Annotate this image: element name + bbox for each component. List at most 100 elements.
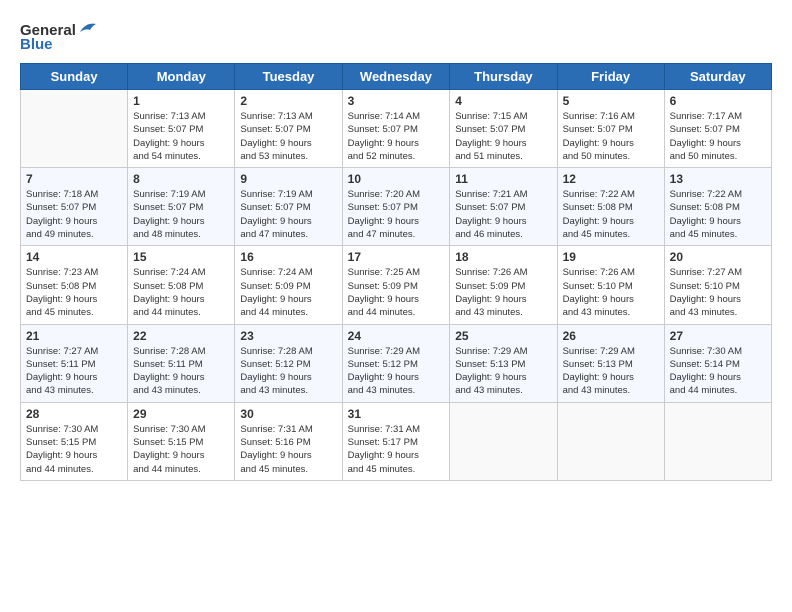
day-info: Sunrise: 7:28 AMSunset: 5:12 PMDaylight:… <box>240 345 336 398</box>
day-number: 6 <box>670 94 766 108</box>
calendar-header-wednesday: Wednesday <box>342 64 450 90</box>
calendar-cell: 24 Sunrise: 7:29 AMSunset: 5:12 PMDayligh… <box>342 324 450 402</box>
calendar-cell: 7 Sunrise: 7:18 AMSunset: 5:07 PMDaylight… <box>21 168 128 246</box>
day-number: 24 <box>348 329 445 343</box>
logo-blue: Blue <box>20 36 53 53</box>
day-number: 1 <box>133 94 229 108</box>
day-info: Sunrise: 7:17 AMSunset: 5:07 PMDaylight:… <box>670 110 766 163</box>
calendar-cell: 5 Sunrise: 7:16 AMSunset: 5:07 PMDaylight… <box>557 90 664 168</box>
calendar-cell <box>664 402 771 480</box>
calendar-cell <box>557 402 664 480</box>
logo-bird-icon <box>78 20 100 36</box>
calendar-cell: 30 Sunrise: 7:31 AMSunset: 5:16 PMDayligh… <box>235 402 342 480</box>
calendar-header-sunday: Sunday <box>21 64 128 90</box>
day-info: Sunrise: 7:13 AMSunset: 5:07 PMDaylight:… <box>240 110 336 163</box>
day-number: 26 <box>563 329 659 343</box>
page: General Blue SundayMondayTuesdayWednesda… <box>0 0 792 612</box>
day-number: 2 <box>240 94 336 108</box>
calendar-header-row: SundayMondayTuesdayWednesdayThursdayFrid… <box>21 64 772 90</box>
day-number: 30 <box>240 407 336 421</box>
calendar-header-monday: Monday <box>128 64 235 90</box>
calendar-cell: 26 Sunrise: 7:29 AMSunset: 5:13 PMDayligh… <box>557 324 664 402</box>
calendar-cell: 18 Sunrise: 7:26 AMSunset: 5:09 PMDayligh… <box>450 246 557 324</box>
calendar-cell: 28 Sunrise: 7:30 AMSunset: 5:15 PMDayligh… <box>21 402 128 480</box>
calendar-cell: 2 Sunrise: 7:13 AMSunset: 5:07 PMDaylight… <box>235 90 342 168</box>
day-info: Sunrise: 7:27 AMSunset: 5:10 PMDaylight:… <box>670 266 766 319</box>
calendar-cell: 20Sunrise: 7:27 AMSunset: 5:10 PMDayligh… <box>664 246 771 324</box>
calendar-header-tuesday: Tuesday <box>235 64 342 90</box>
day-number: 11 <box>455 172 551 186</box>
day-info: Sunrise: 7:18 AMSunset: 5:07 PMDaylight:… <box>26 188 122 241</box>
calendar-cell: 8 Sunrise: 7:19 AMSunset: 5:07 PMDaylight… <box>128 168 235 246</box>
day-number: 3 <box>348 94 445 108</box>
day-info: Sunrise: 7:15 AMSunset: 5:07 PMDaylight:… <box>455 110 551 163</box>
calendar-week-row: 1 Sunrise: 7:13 AMSunset: 5:07 PMDaylight… <box>21 90 772 168</box>
calendar-week-row: 7 Sunrise: 7:18 AMSunset: 5:07 PMDaylight… <box>21 168 772 246</box>
day-number: 5 <box>563 94 659 108</box>
calendar-cell: 4 Sunrise: 7:15 AMSunset: 5:07 PMDaylight… <box>450 90 557 168</box>
calendar-cell: 19 Sunrise: 7:26 AMSunset: 5:10 PMDayligh… <box>557 246 664 324</box>
calendar-cell: 23 Sunrise: 7:28 AMSunset: 5:12 PMDayligh… <box>235 324 342 402</box>
day-info: Sunrise: 7:31 AMSunset: 5:17 PMDaylight:… <box>348 423 445 476</box>
calendar-cell <box>450 402 557 480</box>
day-number: 18 <box>455 250 551 264</box>
day-number: 8 <box>133 172 229 186</box>
calendar-cell: 22Sunrise: 7:28 AMSunset: 5:11 PMDayligh… <box>128 324 235 402</box>
day-number: 31 <box>348 407 445 421</box>
day-info: Sunrise: 7:27 AMSunset: 5:11 PMDaylight:… <box>26 345 122 398</box>
day-number: 23 <box>240 329 336 343</box>
day-number: 27 <box>670 329 766 343</box>
calendar-cell: 12Sunrise: 7:22 AMSunset: 5:08 PMDayligh… <box>557 168 664 246</box>
day-info: Sunrise: 7:30 AMSunset: 5:14 PMDaylight:… <box>670 345 766 398</box>
day-number: 25 <box>455 329 551 343</box>
day-number: 22 <box>133 329 229 343</box>
day-number: 4 <box>455 94 551 108</box>
day-info: Sunrise: 7:19 AMSunset: 5:07 PMDaylight:… <box>240 188 336 241</box>
calendar-header-thursday: Thursday <box>450 64 557 90</box>
day-info: Sunrise: 7:26 AMSunset: 5:09 PMDaylight:… <box>455 266 551 319</box>
day-info: Sunrise: 7:29 AMSunset: 5:13 PMDaylight:… <box>455 345 551 398</box>
logo-container: General Blue <box>20 20 100 53</box>
calendar-week-row: 21 Sunrise: 7:27 AMSunset: 5:11 PMDayligh… <box>21 324 772 402</box>
day-info: Sunrise: 7:31 AMSunset: 5:16 PMDaylight:… <box>240 423 336 476</box>
day-number: 16 <box>240 250 336 264</box>
day-info: Sunrise: 7:19 AMSunset: 5:07 PMDaylight:… <box>133 188 229 241</box>
calendar-cell: 29Sunrise: 7:30 AMSunset: 5:15 PMDayligh… <box>128 402 235 480</box>
logo: General Blue <box>20 20 100 53</box>
day-info: Sunrise: 7:26 AMSunset: 5:10 PMDaylight:… <box>563 266 659 319</box>
day-number: 21 <box>26 329 122 343</box>
header: General Blue <box>20 20 772 53</box>
day-number: 13 <box>670 172 766 186</box>
day-number: 28 <box>26 407 122 421</box>
day-number: 15 <box>133 250 229 264</box>
day-info: Sunrise: 7:14 AMSunset: 5:07 PMDaylight:… <box>348 110 445 163</box>
day-info: Sunrise: 7:20 AMSunset: 5:07 PMDaylight:… <box>348 188 445 241</box>
calendar-cell: 14 Sunrise: 7:23 AMSunset: 5:08 PMDayligh… <box>21 246 128 324</box>
day-number: 29 <box>133 407 229 421</box>
day-info: Sunrise: 7:29 AMSunset: 5:13 PMDaylight:… <box>563 345 659 398</box>
day-info: Sunrise: 7:21 AMSunset: 5:07 PMDaylight:… <box>455 188 551 241</box>
day-info: Sunrise: 7:23 AMSunset: 5:08 PMDaylight:… <box>26 266 122 319</box>
day-number: 19 <box>563 250 659 264</box>
day-number: 10 <box>348 172 445 186</box>
calendar-cell: 11 Sunrise: 7:21 AMSunset: 5:07 PMDayligh… <box>450 168 557 246</box>
calendar-cell: 25 Sunrise: 7:29 AMSunset: 5:13 PMDayligh… <box>450 324 557 402</box>
calendar-cell: 1Sunrise: 7:13 AMSunset: 5:07 PMDaylight… <box>128 90 235 168</box>
calendar-cell <box>21 90 128 168</box>
calendar-cell: 21 Sunrise: 7:27 AMSunset: 5:11 PMDayligh… <box>21 324 128 402</box>
calendar-cell: 31 Sunrise: 7:31 AMSunset: 5:17 PMDayligh… <box>342 402 450 480</box>
day-info: Sunrise: 7:30 AMSunset: 5:15 PMDaylight:… <box>26 423 122 476</box>
day-info: Sunrise: 7:16 AMSunset: 5:07 PMDaylight:… <box>563 110 659 163</box>
day-number: 7 <box>26 172 122 186</box>
day-number: 9 <box>240 172 336 186</box>
calendar-header-saturday: Saturday <box>664 64 771 90</box>
calendar-cell: 6 Sunrise: 7:17 AMSunset: 5:07 PMDaylight… <box>664 90 771 168</box>
day-number: 17 <box>348 250 445 264</box>
day-info: Sunrise: 7:22 AMSunset: 5:08 PMDaylight:… <box>563 188 659 241</box>
day-info: Sunrise: 7:29 AMSunset: 5:12 PMDaylight:… <box>348 345 445 398</box>
day-info: Sunrise: 7:22 AMSunset: 5:08 PMDaylight:… <box>670 188 766 241</box>
calendar-cell: 9 Sunrise: 7:19 AMSunset: 5:07 PMDaylight… <box>235 168 342 246</box>
calendar-cell: 3 Sunrise: 7:14 AMSunset: 5:07 PMDaylight… <box>342 90 450 168</box>
calendar-cell: 15Sunrise: 7:24 AMSunset: 5:08 PMDayligh… <box>128 246 235 324</box>
day-number: 14 <box>26 250 122 264</box>
